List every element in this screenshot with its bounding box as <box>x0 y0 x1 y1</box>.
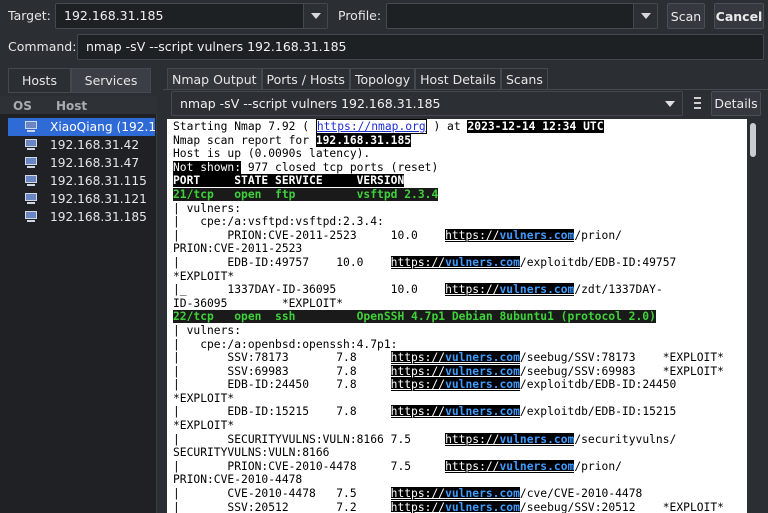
target-combobox[interactable]: 192.168.31.185 <box>55 3 328 29</box>
output-line: 22/tcp open ssh OpenSSH 4.7p1 Debian 8ub… <box>173 310 656 324</box>
output-line: | vulners: <box>173 201 242 215</box>
host-name: 192.168.31.185 <box>50 210 147 224</box>
host-name: 192.168.31.115 <box>50 174 147 188</box>
output-line: | SSV:69983 7.8 https://vulners.com/seeb… <box>173 364 724 378</box>
target-dropdown-button[interactable] <box>303 4 327 28</box>
computer-icon <box>24 139 38 151</box>
output-line: | PRION:CVE-2010-4478 7.5 https://vulner… <box>173 459 622 473</box>
nmap-output-view[interactable]: Starting Nmap 7.92 ( https://nmap.org ) … <box>167 119 747 513</box>
output-line: Host is up (0.0090s latency). <box>173 147 371 161</box>
drag-handle-icon[interactable] <box>694 97 701 109</box>
output-line: | EDB-ID:24450 7.8 https://vulners.com/e… <box>173 378 677 392</box>
scan-output-select-value: nmap -sV --script vulners 192.168.31.185 <box>180 96 441 111</box>
vulners-link[interactable]: https://vulners.com <box>390 487 520 501</box>
host-row[interactable]: 192.168.31.42 <box>8 136 155 154</box>
vulners-link[interactable]: https://vulners.com <box>390 405 520 419</box>
computer-icon <box>24 193 38 205</box>
vulners-link[interactable]: https://vulners.com <box>390 255 520 269</box>
os-column-header[interactable]: OS <box>13 99 32 113</box>
main-tabs: Nmap Output Ports / Hosts Topology Host … <box>167 68 548 89</box>
output-line: PRION:CVE-2011-2523 <box>173 242 303 256</box>
output-line: | cpe:/a:openbsd:openssh:4.7p1: <box>173 337 398 351</box>
computer-icon <box>24 121 38 133</box>
host-row[interactable]: 192.168.31.47 <box>8 154 155 172</box>
output-line: | SSV:78173 7.8 https://vulners.com/seeb… <box>173 351 724 365</box>
output-scrollbar[interactable] <box>747 119 760 513</box>
scrollbar-thumb[interactable] <box>750 123 756 157</box>
output-line: ID-36095 *EXPLOIT* <box>173 296 344 310</box>
output-line: *EXPLOIT* <box>173 419 235 433</box>
host-name: 192.168.31.121 <box>50 192 147 206</box>
host-column-header[interactable]: Host <box>56 99 87 113</box>
host-name: 192.168.31.42 <box>50 138 140 152</box>
scan-date: 2023-12-14 12:34 UTC <box>467 120 604 133</box>
vulners-link[interactable]: https://vulners.com <box>445 283 575 297</box>
output-line: PORT STATE SERVICE VERSION <box>173 174 405 188</box>
computer-icon <box>24 175 38 187</box>
tab-nmap-output[interactable]: Nmap Output <box>167 68 262 89</box>
host-row[interactable]: XiaoQiang (192.168.31.1) <box>8 118 155 136</box>
vulners-link[interactable]: https://vulners.com <box>445 432 575 446</box>
output-line: *EXPLOIT* <box>173 391 235 405</box>
host-list-panel: OS Host XiaoQiang (192.168.31.1) 192.168… <box>0 96 157 513</box>
command-label: Command: <box>8 39 77 54</box>
host-row[interactable]: 192.168.31.121 <box>8 190 155 208</box>
profile-label: Profile: <box>338 8 382 23</box>
output-line: | PRION:CVE-2011-2523 10.0 https://vulne… <box>173 228 622 242</box>
tab-scans[interactable]: Scans <box>500 68 548 89</box>
target-toolbar: Target: 192.168.31.185 Profile: Scan Can… <box>0 0 768 31</box>
nmap-link[interactable]: https://nmap.org <box>315 119 427 134</box>
output-line: Not shown: 977 closed tcp ports (reset) <box>173 160 439 174</box>
details-button[interactable]: Details <box>711 91 761 116</box>
vulners-link[interactable]: https://vulners.com <box>390 500 520 513</box>
output-line: |_ 1337DAY-ID-36095 10.0 https://vulners… <box>173 283 663 297</box>
target-input[interactable]: 192.168.31.185 <box>64 8 163 23</box>
output-line: Starting Nmap 7.92 ( https://nmap.org ) … <box>173 119 604 134</box>
computer-icon <box>24 211 38 223</box>
hosts-tab[interactable]: Hosts <box>8 68 71 93</box>
scan-output-dropdown-button[interactable] <box>658 92 682 115</box>
computer-icon <box>24 157 38 169</box>
services-tab[interactable]: Services <box>71 68 151 93</box>
scan-button[interactable]: Scan <box>667 3 705 29</box>
cancel-button[interactable]: Cancel <box>714 3 764 29</box>
output-line: SECURITYVULNS:VULN:8166 <box>173 446 330 460</box>
output-line: 21/tcp open ftp vsftpd 2.3.4 <box>173 187 439 201</box>
command-input[interactable]: nmap -sV --script vulners 192.168.31.185 <box>77 34 764 60</box>
host-row[interactable]: 192.168.31.115 <box>8 172 155 190</box>
output-line: | CVE-2010-4478 7.5 https://vulners.com/… <box>173 487 643 501</box>
host-view-tabs: Hosts Services <box>8 68 151 93</box>
scan-output-select[interactable]: nmap -sV --script vulners 192.168.31.185 <box>171 91 683 116</box>
profile-combobox[interactable] <box>386 3 658 29</box>
output-line: | EDB-ID:49757 10.0 https://vulners.com/… <box>173 255 677 269</box>
chevron-down-icon <box>310 13 321 19</box>
vulners-link[interactable]: https://vulners.com <box>445 228 575 242</box>
chevron-down-icon <box>665 100 675 107</box>
tab-host-details[interactable]: Host Details <box>415 68 501 89</box>
chevron-down-icon <box>640 13 651 19</box>
tabs-divider <box>163 89 768 90</box>
output-line: *EXPLOIT* <box>173 269 235 283</box>
vulners-link[interactable]: https://vulners.com <box>445 459 575 473</box>
output-line: | EDB-ID:15215 7.8 https://vulners.com/e… <box>173 405 677 419</box>
vulners-link[interactable]: https://vulners.com <box>390 351 520 365</box>
host-name: 192.168.31.47 <box>50 156 140 170</box>
profile-dropdown-button[interactable] <box>633 4 657 28</box>
vulners-link[interactable]: https://vulners.com <box>390 378 520 392</box>
host-row[interactable]: 192.168.31.185 <box>8 208 155 226</box>
output-line: | SSV:20512 7.2 https://vulners.com/seeb… <box>173 500 724 513</box>
output-line: | cpe:/a:vsftpd:vsftpd:2.3.4: <box>173 215 384 229</box>
output-line: PRION:CVE-2010-4478 <box>173 473 303 487</box>
target-label: Target: <box>8 8 51 23</box>
output-line: | vulners: <box>173 323 242 337</box>
host-name: XiaoQiang (192.168.31.1) <box>50 120 155 134</box>
tab-topology[interactable]: Topology <box>349 68 416 89</box>
host-list-header: OS Host <box>0 96 157 114</box>
vulners-link[interactable]: https://vulners.com <box>390 364 520 378</box>
tab-ports-hosts[interactable]: Ports / Hosts <box>261 68 350 89</box>
output-line: Nmap scan report for 192.168.31.185 <box>173 133 412 147</box>
output-line: | SECURITYVULNS:VULN:8166 7.5 https://vu… <box>173 432 677 446</box>
